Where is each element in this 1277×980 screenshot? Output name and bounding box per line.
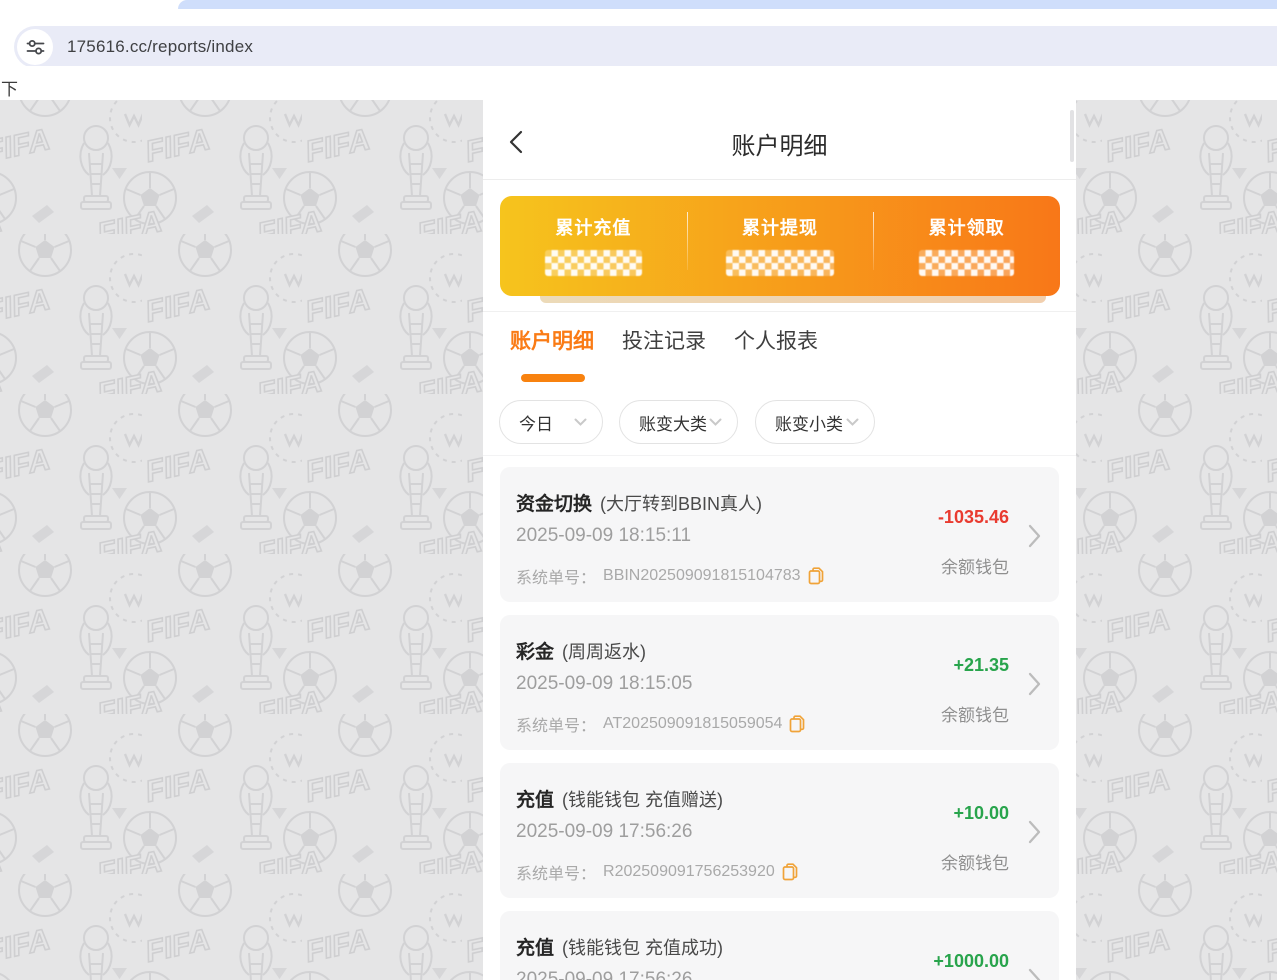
transaction-order-row: 系统单号： AT202509091815059054 [516,712,805,736]
chevron-right-icon [1028,820,1041,844]
transaction-datetime: 2025-09-09 17:56:26 [516,821,692,843]
transaction-order-row: 系统单号： R202509091756253920 [516,860,798,884]
transaction-datetime: 2025-09-09 17:56:26 [516,969,692,980]
transaction-amount: -1035.46 [938,507,1009,528]
summary-card: 累计充值 累计提现 累计领取 [500,196,1060,296]
copy-icon [808,567,824,585]
transaction-row[interactable]: 充值 (钱能钱包 充值成功) 2025-09-09 17:56:26 +1000.… [500,911,1059,980]
transaction-order-row: 系统单号： BBIN202509091815104783 [516,564,824,588]
divider [687,212,688,270]
divider [483,455,1076,456]
filter-date-dropdown[interactable]: 今日 [499,400,603,444]
censored-value [545,250,642,276]
transaction-type: 充值 [516,790,554,811]
transaction-desc: (周周返水) [562,642,646,662]
copy-button[interactable] [782,863,798,881]
order-number: BBIN202509091815104783 [603,567,801,585]
transaction-type: 彩金 [516,642,554,663]
transaction-amount: +1000.00 [933,951,1009,972]
transaction-datetime: 2025-09-09 18:15:11 [516,525,691,547]
filter-label: 今日 [519,410,553,435]
order-label: 系统单号： [516,564,596,588]
chevron-down-icon [709,418,722,427]
chevron-right-icon [1028,524,1041,548]
transaction-amount: +21.35 [953,655,1009,676]
transaction-title: 资金切换 (大厅转到BBIN真人) [516,489,762,516]
transaction-row[interactable]: 资金切换 (大厅转到BBIN真人) 2025-09-09 18:15:11 系统单… [500,467,1059,602]
summary-col-recharge: 累计充值 [500,196,687,296]
url-text[interactable]: 175616.cc/reports/index [67,37,253,57]
site-info-button[interactable] [17,29,53,65]
transaction-desc: (钱能钱包 充值赠送) [562,790,723,810]
tab-bar: 账户明细 投注记录 个人报表 [510,326,818,358]
chevron-right-icon [1028,968,1041,980]
tab-personal-report[interactable]: 个人报表 [734,326,818,358]
chevron-down-icon [846,418,859,427]
chevron-down-icon [574,418,587,427]
summary-col-withdraw: 累计提现 [687,196,874,296]
chevron-right-icon [1028,672,1041,696]
active-tab-underline [521,374,585,382]
transaction-wallet: 余额钱包 [941,701,1009,726]
transaction-title: 充值 (钱能钱包 充值赠送) [516,785,723,812]
tune-icon [26,38,45,57]
transaction-wallet: 余额钱包 [941,553,1009,578]
filter-label: 账变小类 [775,410,843,435]
copy-icon [782,863,798,881]
tab-account-detail[interactable]: 账户明细 [510,326,594,358]
browser-tab-strip [0,0,1277,9]
copy-button[interactable] [789,715,805,733]
transaction-title: 充值 (钱能钱包 充值成功) [516,933,723,960]
filter-major-category-dropdown[interactable]: 账变大类 [619,400,738,444]
order-number: AT202509091815059054 [603,715,782,733]
censored-value [919,250,1014,276]
browser-tab-strip-highlight [178,0,1277,9]
summary-label: 累计领取 [873,214,1060,240]
summary-label: 累计充值 [500,214,687,240]
transaction-amount: +10.00 [953,803,1009,824]
transaction-type: 充值 [516,938,554,959]
transaction-row[interactable]: 充值 (钱能钱包 充值赠送) 2025-09-09 17:56:26 系统单号： R… [500,763,1059,898]
summary-card-shadow [540,296,1046,303]
censored-value [726,250,834,276]
transaction-title: 彩金 (周周返水) [516,637,646,664]
divider [483,311,1076,312]
transaction-desc: (大厅转到BBIN真人) [600,494,762,514]
filter-minor-category-dropdown[interactable]: 账变小类 [755,400,875,444]
copy-icon [789,715,805,733]
browser-address-row: 175616.cc/reports/index [0,9,1277,66]
summary-col-claim: 累计领取 [873,196,1060,296]
order-label: 系统单号： [516,712,596,736]
transaction-desc: (钱能钱包 充值成功) [562,938,723,958]
page-title: 账户明细 [483,126,1076,161]
copy-button[interactable] [808,567,824,585]
filter-label: 账变大类 [639,410,707,435]
tab-bet-records[interactable]: 投注记录 [622,326,706,358]
summary-label: 累计提现 [687,214,874,240]
account-detail-panel: 账户明细 累计充值 累计提现 累计领取 账户明细 投注记录 个人报表 今日 账变… [483,100,1076,980]
browser-sub-row: 下 [0,66,1277,100]
transaction-wallet: 余额钱包 [941,849,1009,874]
divider [873,212,874,270]
transaction-type: 资金切换 [516,494,592,515]
address-bar[interactable]: 175616.cc/reports/index [14,26,1277,68]
transaction-datetime: 2025-09-09 18:15:05 [516,673,692,695]
order-number: R202509091756253920 [603,863,775,881]
partial-text: 下 [1,75,18,100]
page-header: 账户明细 [483,100,1076,180]
order-label: 系统单号： [516,860,596,884]
scrollbar-thumb[interactable] [1070,110,1074,162]
transaction-row[interactable]: 彩金 (周周返水) 2025-09-09 18:15:05 系统单号： AT2025… [500,615,1059,750]
